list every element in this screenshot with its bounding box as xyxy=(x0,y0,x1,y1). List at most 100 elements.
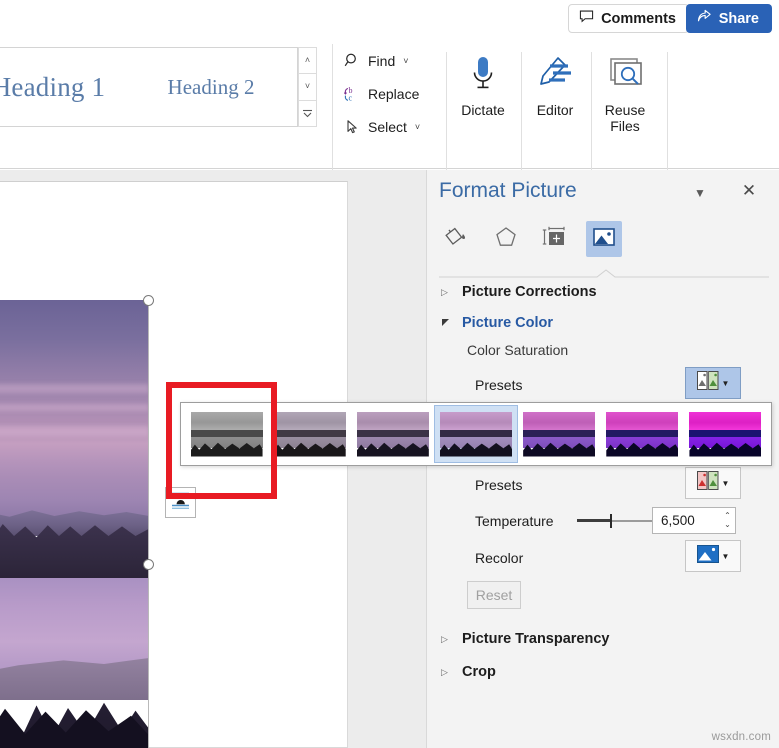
style-heading-2[interactable]: Heading 2 xyxy=(136,48,286,126)
styles-more-button[interactable] xyxy=(298,100,317,127)
saturation-thumbnail-4[interactable] xyxy=(518,405,601,463)
comments-label: Comments xyxy=(601,10,676,27)
editor-button[interactable]: Editor xyxy=(524,44,586,140)
temperature-spinner-arrows[interactable]: ⌃ ⌄ xyxy=(720,508,735,533)
picture-corrections-chevron-right-icon: ▷ xyxy=(441,286,448,297)
thumb-lake xyxy=(273,436,346,449)
paint-bucket-icon xyxy=(444,224,470,255)
reuse-files-button[interactable]: Reuse Files xyxy=(594,44,656,140)
reuse-files-search-icon xyxy=(605,52,645,98)
crop-label: Crop xyxy=(462,664,496,680)
section-crop[interactable]: ▷ Crop xyxy=(441,664,496,680)
temperature-spinner[interactable]: 6,500 ⌃ ⌄ xyxy=(652,507,736,534)
color-tone-presets-chevron-down-icon[interactable]: ▼ xyxy=(722,479,730,488)
saturation-thumbnail-5[interactable] xyxy=(601,405,684,463)
selected-picture[interactable] xyxy=(0,300,149,748)
recolor-picture-icon xyxy=(696,544,719,568)
dictate-button[interactable]: Dictate xyxy=(452,44,514,140)
color-tone-presets-button[interactable]: ▼ xyxy=(685,467,741,499)
watermark: wsxdn.com xyxy=(711,731,771,743)
panel-tab-strip xyxy=(439,218,769,260)
window-top-bar: Comments Share xyxy=(0,0,779,38)
panel-options-chevron-down-icon[interactable]: ▼ xyxy=(691,186,709,200)
picture-handle-middle-right[interactable] xyxy=(143,559,154,570)
tab-fill-and-line[interactable] xyxy=(439,221,475,257)
reuse-files-label: Reuse Files xyxy=(605,102,645,134)
styles-scroll-up-button[interactable]: ˄ xyxy=(298,47,317,75)
saturation-thumbnail-1[interactable] xyxy=(268,405,351,463)
comments-button[interactable]: Comments xyxy=(568,4,689,33)
color-tone-presets-label: Presets xyxy=(475,477,523,493)
magnifier-icon xyxy=(343,51,362,70)
thumb-sky xyxy=(523,411,596,432)
panel-tab-underline xyxy=(439,266,769,278)
tab-picture[interactable] xyxy=(586,221,622,257)
picture-color-label: Picture Color xyxy=(462,315,554,331)
tab-effects[interactable] xyxy=(488,221,524,257)
find-button[interactable]: Find ˅ xyxy=(341,44,437,77)
thumb-lake xyxy=(356,436,429,449)
saturation-presets-label: Presets xyxy=(475,377,523,393)
thumb-sky xyxy=(689,411,762,432)
saturation-thumbnail-6[interactable] xyxy=(684,405,767,463)
thumb-lake xyxy=(523,436,596,449)
temperature-slider-thumb[interactable] xyxy=(609,514,612,528)
color-saturation-label: Color Saturation xyxy=(467,342,569,358)
recolor-chevron-down-icon[interactable]: ▼ xyxy=(722,552,730,561)
svg-text:c: c xyxy=(348,93,352,102)
saturation-thumbnail-image xyxy=(190,411,263,457)
styles-gallery[interactable]: Heading 1 Heading 2 xyxy=(0,47,298,127)
replace-button[interactable]: b c Replace xyxy=(341,77,437,110)
color-saturation-gallery[interactable] xyxy=(180,402,772,466)
ribbon: Heading 1 Heading 2 ˄ ˅ Styles xyxy=(0,38,779,196)
find-label: Find xyxy=(368,52,396,69)
select-chevron-down-icon[interactable]: ˅ xyxy=(415,122,420,132)
thumb-sky xyxy=(273,411,346,432)
thumb-sky xyxy=(356,411,429,432)
thumb-lake xyxy=(689,436,762,449)
reset-button[interactable]: Reset xyxy=(467,581,521,609)
ribbon-separator-2 xyxy=(446,52,447,172)
styles-scroll-controls[interactable]: ˄ ˅ xyxy=(298,47,317,127)
picture-icon xyxy=(592,225,616,254)
layout-options-button[interactable] xyxy=(165,487,196,518)
saturation-thumbnail-3[interactable] xyxy=(434,405,518,463)
panel-title: Format Picture xyxy=(439,179,577,202)
recolor-label: Recolor xyxy=(475,550,524,566)
picture-transparency-chevron-right-icon: ▷ xyxy=(441,633,448,644)
replace-label: Replace xyxy=(368,85,420,102)
picture-cloud-streak-3 xyxy=(0,426,149,436)
section-picture-transparency[interactable]: ▷ Picture Transparency xyxy=(441,631,610,647)
picture-selection-edge xyxy=(148,300,149,748)
recolor-button[interactable]: ▼ xyxy=(685,540,741,572)
share-button[interactable]: Share xyxy=(685,4,772,33)
section-picture-color[interactable]: Picture Color xyxy=(441,315,553,331)
thumb-lake xyxy=(606,436,679,449)
saturation-presets-button[interactable]: ▼ xyxy=(685,367,741,399)
style-heading-1[interactable]: Heading 1 xyxy=(0,48,136,126)
styles-scroll-down-button[interactable]: ˅ xyxy=(298,74,317,101)
saturation-thumbnail-image xyxy=(273,411,346,457)
saturation-thumbnail-image xyxy=(523,411,596,457)
select-button[interactable]: Select ˅ xyxy=(341,110,437,143)
temperature-spinner-down-icon[interactable]: ⌄ xyxy=(724,521,731,529)
saturation-thumbnail-0[interactable] xyxy=(185,405,268,463)
dictate-label: Dictate xyxy=(461,102,505,118)
picture-transparency-label: Picture Transparency xyxy=(462,631,610,647)
temperature-spinner-up-icon[interactable]: ⌃ xyxy=(724,512,731,520)
saturation-thumbnail-2[interactable] xyxy=(351,405,434,463)
picture-handle-top-right[interactable] xyxy=(143,295,154,306)
picture-color-chevron-down-icon xyxy=(441,318,451,329)
temperature-value[interactable]: 6,500 xyxy=(653,513,720,528)
cursor-arrow-icon xyxy=(343,117,362,136)
section-picture-corrections[interactable]: ▷ Picture Corrections xyxy=(441,284,597,300)
layout-options-wrap-text-icon xyxy=(170,490,191,516)
share-label: Share xyxy=(718,10,759,27)
temperature-slider[interactable] xyxy=(577,512,657,530)
panel-close-icon[interactable]: ✕ xyxy=(739,181,759,201)
saturation-presets-chevron-down-icon[interactable]: ▼ xyxy=(722,379,730,388)
thumb-sky xyxy=(606,411,679,432)
tab-layout-properties[interactable] xyxy=(537,221,573,257)
find-chevron-down-icon[interactable]: ˅ xyxy=(403,56,408,66)
picture-cloud-streak-1 xyxy=(0,384,149,393)
